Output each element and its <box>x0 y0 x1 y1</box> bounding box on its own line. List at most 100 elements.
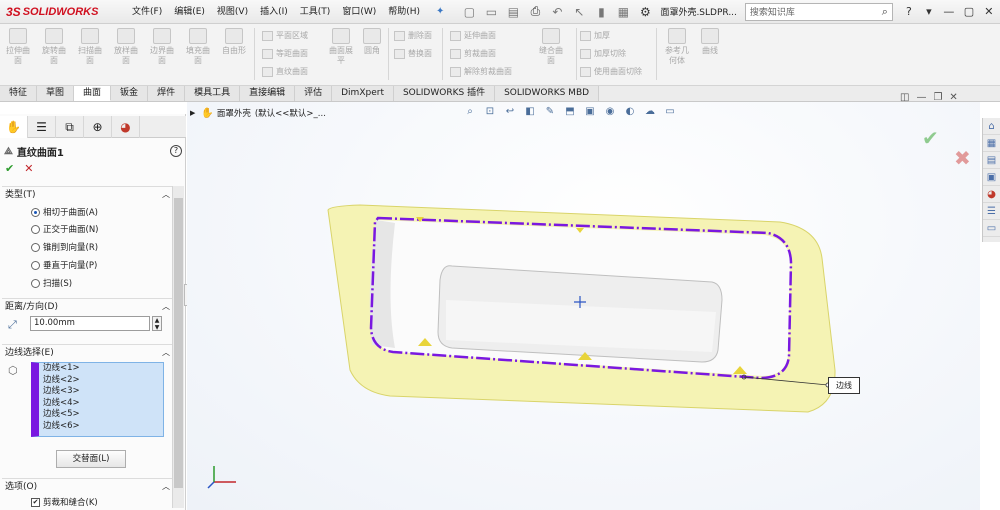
trim-and-knit-checkbox[interactable]: ✔ 剪裁和缝合(K) <box>31 496 98 508</box>
configuration-manager-tab[interactable]: ⧉ <box>56 116 84 138</box>
tab-features[interactable]: 特征 <box>0 86 38 101</box>
ruled-surface-button[interactable]: 直纹曲面 <box>262 66 308 77</box>
feature-manager-tab[interactable]: ✋ <box>0 116 28 138</box>
ok-check-icon[interactable]: ✔ <box>5 162 14 175</box>
extrude-surface-button[interactable]: 拉伸曲面 <box>4 28 32 66</box>
maximize-icon[interactable]: ▢ <box>959 5 979 18</box>
tab-direct-editing[interactable]: 直接编辑 <box>240 86 296 101</box>
boundary-surface-button[interactable]: 边界曲面 <box>148 28 176 66</box>
tab-solidworks-mbd[interactable]: SOLIDWORKS MBD <box>495 86 600 101</box>
radio-tangent-to-surface[interactable]: 相切于曲面(A) <box>31 206 98 218</box>
sweep-surface-button[interactable]: 扫描曲面 <box>76 28 104 66</box>
radio-tapered-to-vector[interactable]: 锥削到向量(R) <box>31 241 98 253</box>
breadcrumb-part[interactable]: 面罩外壳 <box>217 107 251 119</box>
fill-surface-button[interactable]: 填充曲面 <box>184 28 212 66</box>
delete-face-button[interactable]: 删除面 <box>394 30 432 41</box>
apply-scene-icon[interactable]: ☁ <box>642 106 658 120</box>
menu-view[interactable]: 视图(V) <box>211 0 254 24</box>
zoom-to-area-icon[interactable]: ⊡ <box>482 106 498 120</box>
list-item[interactable]: 边线<6> <box>43 421 163 433</box>
menu-insert[interactable]: 插入(I) <box>254 0 294 24</box>
menu-window[interactable]: 窗口(W) <box>336 0 382 24</box>
close-icon[interactable]: ✕ <box>979 5 999 18</box>
radio-perpendicular-to-vector[interactable]: 垂直于向量(P) <box>31 259 97 271</box>
knit-surface-button[interactable]: 缝合曲面 <box>536 28 566 66</box>
help-icon[interactable]: ? <box>899 5 919 18</box>
tab-surfaces[interactable]: 曲面 <box>74 86 112 101</box>
forum-icon[interactable]: ▭ <box>983 220 1000 237</box>
section-type[interactable]: 类型(T) ︿ <box>2 186 172 202</box>
fillet-button[interactable]: 圆角 <box>358 28 386 56</box>
restore-pane-icon[interactable]: ◫ <box>900 92 909 103</box>
tab-mold-tools[interactable]: 模具工具 <box>185 86 241 101</box>
revolve-surface-button[interactable]: 旋转曲面 <box>40 28 68 66</box>
graphics-area[interactable] <box>187 102 980 510</box>
offset-surface-button[interactable]: 等距曲面 <box>262 48 308 59</box>
minimize-pane-icon[interactable]: — <box>916 92 926 103</box>
search-icon[interactable]: ⌕ <box>882 5 888 19</box>
collapse-chevron-icon[interactable]: ︿ <box>162 187 170 203</box>
help-dropdown-icon[interactable]: ▾ <box>919 5 939 18</box>
confirm-check-icon[interactable]: ✔ <box>922 126 939 150</box>
minimize-icon[interactable]: — <box>939 5 959 18</box>
file-properties-icon[interactable]: ▦ <box>612 5 634 19</box>
select-icon[interactable]: ↖ <box>568 5 590 19</box>
surface-flatten-button[interactable]: 曲面展平 <box>326 28 356 66</box>
save-icon[interactable]: ▤ <box>502 5 524 19</box>
list-item[interactable]: 边线<5> <box>43 409 163 421</box>
expand-arrow-icon[interactable]: ▶ <box>190 109 195 117</box>
pin-icon[interactable]: ✦ <box>436 6 444 17</box>
distance-input[interactable]: 10.00mm <box>30 316 150 331</box>
custom-properties-icon[interactable]: ☰ <box>983 203 1000 220</box>
loft-surface-button[interactable]: 放样曲面 <box>112 28 140 66</box>
view-palette-icon[interactable]: ▣ <box>983 169 1000 186</box>
thicken-button[interactable]: 加厚 <box>580 30 610 41</box>
collapse-chevron-icon[interactable]: ︿ <box>162 479 170 495</box>
design-library-icon[interactable]: ▦ <box>983 135 1000 152</box>
list-item[interactable]: 边线<2> <box>43 375 163 387</box>
view-orientation-icon[interactable]: ⬒ <box>562 106 578 120</box>
collapse-chevron-icon[interactable]: ︿ <box>162 299 170 315</box>
cancel-x-icon[interactable]: ✕ <box>24 162 33 175</box>
alternate-face-button[interactable]: 交替面(L) <box>56 450 126 468</box>
undo-icon[interactable]: ↶ <box>546 5 568 19</box>
view-settings-icon[interactable]: ▭ <box>662 106 678 120</box>
menu-file[interactable]: 文件(F) <box>126 0 168 24</box>
untrim-surface-button[interactable]: 解除剪裁曲面 <box>450 66 512 77</box>
tab-sheet-metal[interactable]: 钣金 <box>111 86 149 101</box>
appearances-icon[interactable]: ◕ <box>983 186 1000 203</box>
extend-surface-button[interactable]: 延伸曲面 <box>450 30 496 41</box>
cut-with-surface-button[interactable]: 使用曲面切除 <box>580 66 642 77</box>
display-style-icon[interactable]: ▣ <box>582 106 598 120</box>
cancel-x-icon[interactable]: ✖ <box>954 146 971 170</box>
property-manager-tab[interactable]: ☰ <box>28 116 56 138</box>
dynamic-annotation-icon[interactable]: ✎ <box>542 106 558 120</box>
reference-geometry-button[interactable]: 参考几何体 <box>662 28 692 66</box>
curves-button[interactable]: 曲线 <box>696 28 724 56</box>
list-item[interactable]: 边线<4> <box>43 398 163 410</box>
dimxpert-manager-tab[interactable]: ⊕ <box>84 116 112 138</box>
tab-solidworks-addins[interactable]: SOLIDWORKS 插件 <box>393 86 496 101</box>
new-document-icon[interactable]: ▢ <box>458 5 480 19</box>
scrollbar-thumb[interactable] <box>174 198 183 488</box>
previous-view-icon[interactable]: ↩ <box>502 106 518 120</box>
home-icon[interactable]: ⌂ <box>983 118 1000 135</box>
help-question-icon[interactable]: ? <box>170 145 182 157</box>
solidworks-logo[interactable]: 3S SOLIDWORKS <box>0 0 126 24</box>
menu-help[interactable]: 帮助(H) <box>382 0 426 24</box>
tab-dimxpert[interactable]: DimXpert <box>332 86 394 101</box>
options-gear-icon[interactable]: ⚙ <box>634 5 656 19</box>
rebuild-icon[interactable]: ▮ <box>590 5 612 19</box>
planar-surface-button[interactable]: 平面区域 <box>262 30 308 41</box>
menu-tools[interactable]: 工具(T) <box>294 0 337 24</box>
tab-sketch[interactable]: 草图 <box>37 86 75 101</box>
edge-callout-label[interactable]: 边线 <box>828 377 860 394</box>
file-explorer-icon[interactable]: ▤ <box>983 152 1000 169</box>
radio-sweep[interactable]: 扫描(S) <box>31 277 72 289</box>
trim-surface-button[interactable]: 剪裁曲面 <box>450 48 496 59</box>
close-pane-icon[interactable]: ✕ <box>949 92 957 103</box>
print-icon[interactable]: ⎙ <box>524 4 546 19</box>
freeform-button[interactable]: 自由形 <box>220 28 248 56</box>
radio-normal-to-surface[interactable]: 正交于曲面(N) <box>31 223 99 235</box>
thickened-cut-button[interactable]: 加厚切除 <box>580 48 626 59</box>
